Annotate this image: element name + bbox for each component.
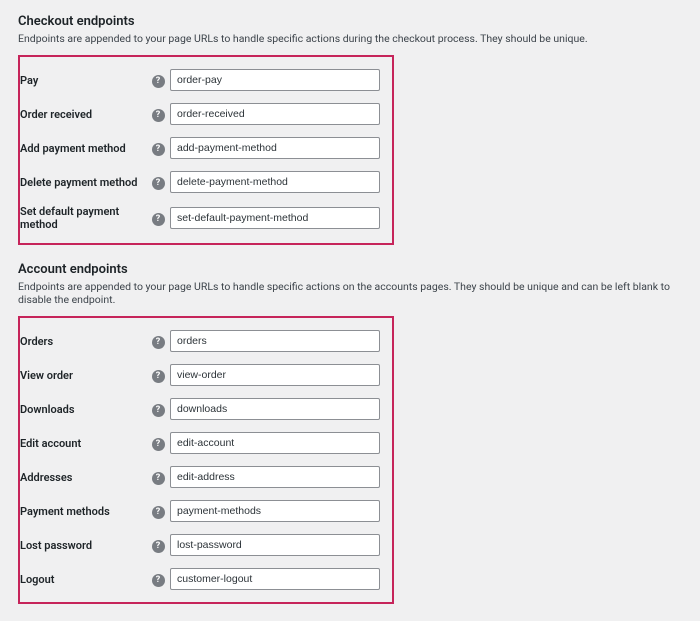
set-default-payment-method-input[interactable] <box>170 207 380 229</box>
downloads-label: Downloads <box>20 392 150 426</box>
orders-label: Orders <box>20 324 150 358</box>
payment-methods-input[interactable] <box>170 500 380 522</box>
order-received-label: Order received <box>20 97 150 131</box>
help-icon[interactable]: ? <box>152 177 165 190</box>
checkout-endpoints-title: Checkout endpoints <box>18 14 682 29</box>
help-icon[interactable]: ? <box>152 574 165 587</box>
payment-methods-label: Payment methods <box>20 494 150 528</box>
help-icon[interactable]: ? <box>152 143 165 156</box>
logout-input[interactable] <box>170 568 380 590</box>
account-endpoints-desc: Endpoints are appended to your page URLs… <box>18 280 682 306</box>
addresses-input[interactable] <box>170 466 380 488</box>
account-endpoints-group: Orders ? View order ? Downloads ? Edit a… <box>18 316 394 604</box>
set-default-payment-method-label: Set default payment method <box>20 199 150 237</box>
help-icon[interactable]: ? <box>152 336 165 349</box>
help-icon[interactable]: ? <box>152 75 165 88</box>
delete-payment-method-input[interactable] <box>170 171 380 193</box>
help-icon[interactable]: ? <box>152 370 165 383</box>
help-icon[interactable]: ? <box>152 109 165 122</box>
delete-payment-method-label: Delete payment method <box>20 165 150 199</box>
edit-account-label: Edit account <box>20 426 150 460</box>
help-icon[interactable]: ? <box>152 472 165 485</box>
orders-input[interactable] <box>170 330 380 352</box>
help-icon[interactable]: ? <box>152 540 165 553</box>
pay-label: Pay <box>20 63 150 97</box>
lost-password-input[interactable] <box>170 534 380 556</box>
pay-input[interactable] <box>170 69 380 91</box>
account-endpoints-title: Account endpoints <box>18 262 682 277</box>
edit-account-input[interactable] <box>170 432 380 454</box>
downloads-input[interactable] <box>170 398 380 420</box>
view-order-label: View order <box>20 358 150 392</box>
help-icon[interactable]: ? <box>152 213 165 226</box>
order-received-input[interactable] <box>170 103 380 125</box>
logout-label: Logout <box>20 562 150 596</box>
lost-password-label: Lost password <box>20 528 150 562</box>
help-icon[interactable]: ? <box>152 506 165 519</box>
help-icon[interactable]: ? <box>152 438 165 451</box>
view-order-input[interactable] <box>170 364 380 386</box>
help-icon[interactable]: ? <box>152 404 165 417</box>
addresses-label: Addresses <box>20 460 150 494</box>
checkout-endpoints-group: Pay ? Order received ? Add payment metho… <box>18 55 394 245</box>
checkout-endpoints-desc: Endpoints are appended to your page URLs… <box>18 32 682 45</box>
add-payment-method-label: Add payment method <box>20 131 150 165</box>
add-payment-method-input[interactable] <box>170 137 380 159</box>
